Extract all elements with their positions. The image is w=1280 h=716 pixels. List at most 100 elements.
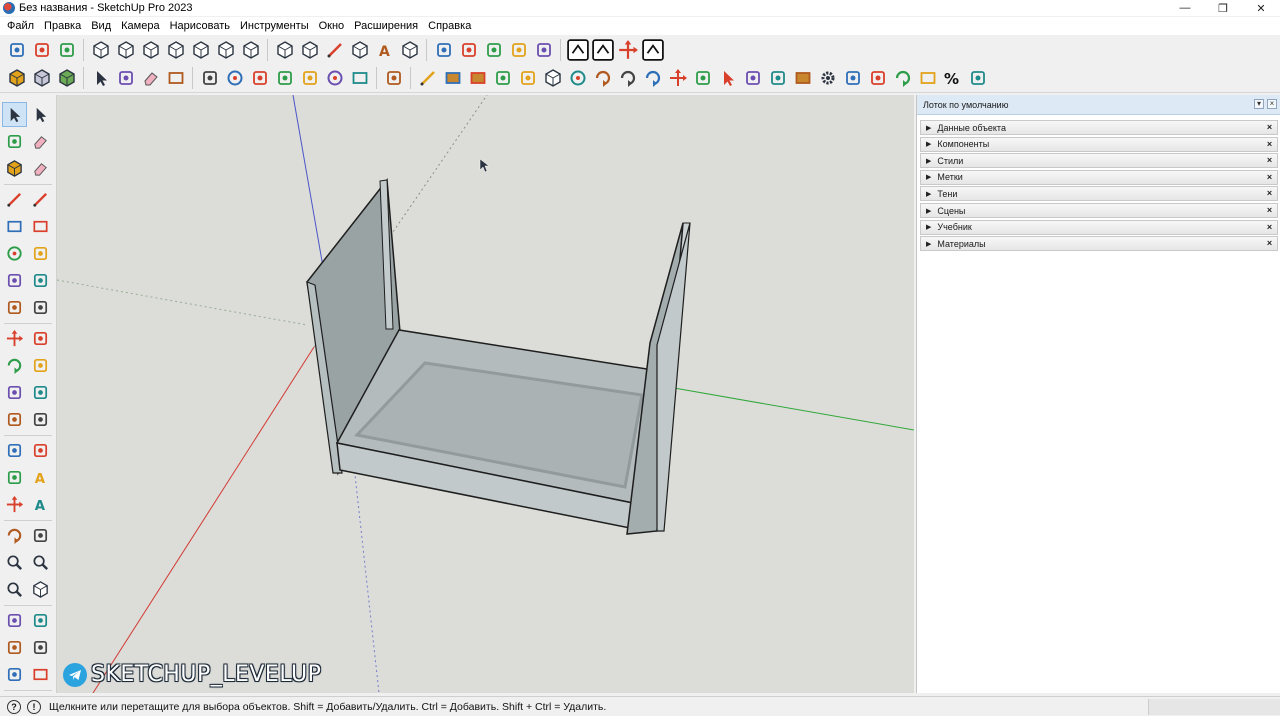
pan-icon[interactable] [28,523,53,548]
section-cut-icon[interactable] [481,37,506,62]
move-icon[interactable] [2,326,27,351]
rectangle-icon[interactable] [2,214,27,239]
plank-icon[interactable] [440,66,465,91]
ruby-console-icon[interactable] [381,66,406,91]
previous-view-icon[interactable] [28,577,53,602]
paste-icon[interactable] [29,37,54,62]
expand-triangle-icon[interactable]: ▶ [926,207,931,215]
close-section-icon[interactable]: × [1264,122,1275,133]
model-viewport[interactable]: SKETCHUP_LEVELUP [57,95,914,693]
solid-inspector-icon[interactable] [590,37,615,62]
layer-icon[interactable] [531,37,556,62]
position-camera-icon[interactable] [2,608,27,633]
close-section-icon[interactable]: × [1264,155,1275,166]
menu-extensions[interactable]: Расширения [349,17,423,35]
red-arrow-icon[interactable] [590,66,615,91]
red-pointer-icon[interactable] [715,66,740,91]
expand-triangle-icon[interactable]: ▶ [926,157,931,165]
tag-eraser-icon[interactable] [28,156,53,181]
close-section-icon[interactable]: × [1264,238,1275,249]
select-icon[interactable] [2,102,27,127]
tray-section-4[interactable]: ▶ Метки × [920,169,1278,185]
rope-icon[interactable] [565,66,590,91]
sandbox-tools-icon[interactable] [28,662,53,687]
hidden-line-style-icon[interactable] [322,37,347,62]
drape-icon[interactable] [197,66,222,91]
menu-file[interactable]: Файл [2,17,39,35]
shaded-style-icon[interactable] [347,37,372,62]
paint-figure-icon[interactable] [840,66,865,91]
expand-triangle-icon[interactable]: ▶ [926,124,931,132]
select-icon[interactable] [88,66,113,91]
tray-section-7[interactable]: ▶ Учебник × [920,219,1278,235]
pencil-icon[interactable] [415,66,440,91]
sandbox-icon[interactable] [163,66,188,91]
percent-icon[interactable]: % [940,66,965,91]
swap-arrows-icon[interactable] [890,66,915,91]
flip-icon[interactable] [297,66,322,91]
speech-bubble-icon[interactable] [965,66,990,91]
minimize-button[interactable]: — [1166,0,1204,16]
menu-tools[interactable]: Инструменты [235,17,314,35]
tray-section-6[interactable]: ▶ Сцены × [920,203,1278,218]
pin-icon[interactable]: ▾ [1254,99,1264,109]
lasso-icon[interactable] [113,66,138,91]
box-label-icon[interactable] [915,66,940,91]
group-components-icon[interactable] [2,156,27,181]
menu-camera[interactable]: Камера [116,17,164,35]
menu-window[interactable]: Окно [314,17,350,35]
arc-icon[interactable] [2,268,27,293]
component-icon[interactable] [4,66,29,91]
group-icon[interactable] [29,66,54,91]
two-point-arc-icon[interactable] [28,268,53,293]
close-section-icon[interactable]: × [1264,172,1275,183]
monochrome-style-icon[interactable] [397,37,422,62]
polygon-icon[interactable] [28,241,53,266]
expand-triangle-icon[interactable]: ▶ [926,140,931,148]
paint-bucket-icon[interactable] [2,129,27,154]
close-tray-icon[interactable]: × [1267,99,1277,109]
freehand-icon[interactable] [28,187,53,212]
dome-icon[interactable] [322,66,347,91]
tray-section-3[interactable]: ▶ Стили × [920,153,1278,169]
menu-edit[interactable]: Правка [39,17,86,35]
resize-icon[interactable] [865,66,890,91]
dimension-icon[interactable] [28,438,53,463]
back-view-icon[interactable] [188,37,213,62]
pie-icon[interactable] [28,295,53,320]
info-icon[interactable]: ! [27,699,41,714]
menu-draw[interactable]: Нарисовать [165,17,235,35]
top-view-icon[interactable] [113,37,138,62]
bottom-view-icon[interactable] [238,37,263,62]
display-sections-icon[interactable] [506,37,531,62]
front-view-icon[interactable] [138,37,163,62]
gear-icon[interactable] [815,66,840,91]
align-icon[interactable] [54,37,79,62]
conveyor-icon[interactable] [740,66,765,91]
offset-icon[interactable] [28,380,53,405]
close-section-icon[interactable]: × [1264,222,1275,233]
circle-icon[interactable] [2,241,27,266]
scale-icon[interactable] [2,380,27,405]
layer-stack-icon[interactable] [690,66,715,91]
circle-target-icon[interactable] [222,66,247,91]
left-view-icon[interactable] [213,37,238,62]
wireframe-style-icon[interactable] [297,37,322,62]
ocl-icon[interactable] [565,37,590,62]
maximize-button[interactable]: ❐ [1204,0,1242,16]
3d-text-icon[interactable]: A [28,492,53,517]
tape-measure-icon[interactable] [2,438,27,463]
material-icon[interactable] [54,66,79,91]
text-icon[interactable]: A [28,465,53,490]
three-point-arc-icon[interactable] [2,295,27,320]
orbit-icon[interactable] [2,523,27,548]
expand-triangle-icon[interactable]: ▶ [926,240,931,248]
eraser-icon[interactable] [28,129,53,154]
right-view-icon[interactable] [163,37,188,62]
look-around-icon[interactable] [2,635,27,660]
rotate-icon[interactable] [2,353,27,378]
cube-icon[interactable] [540,66,565,91]
section-plane-icon[interactable] [431,37,456,62]
close-section-icon[interactable]: × [1264,139,1275,150]
push-pull-icon[interactable] [28,326,53,351]
